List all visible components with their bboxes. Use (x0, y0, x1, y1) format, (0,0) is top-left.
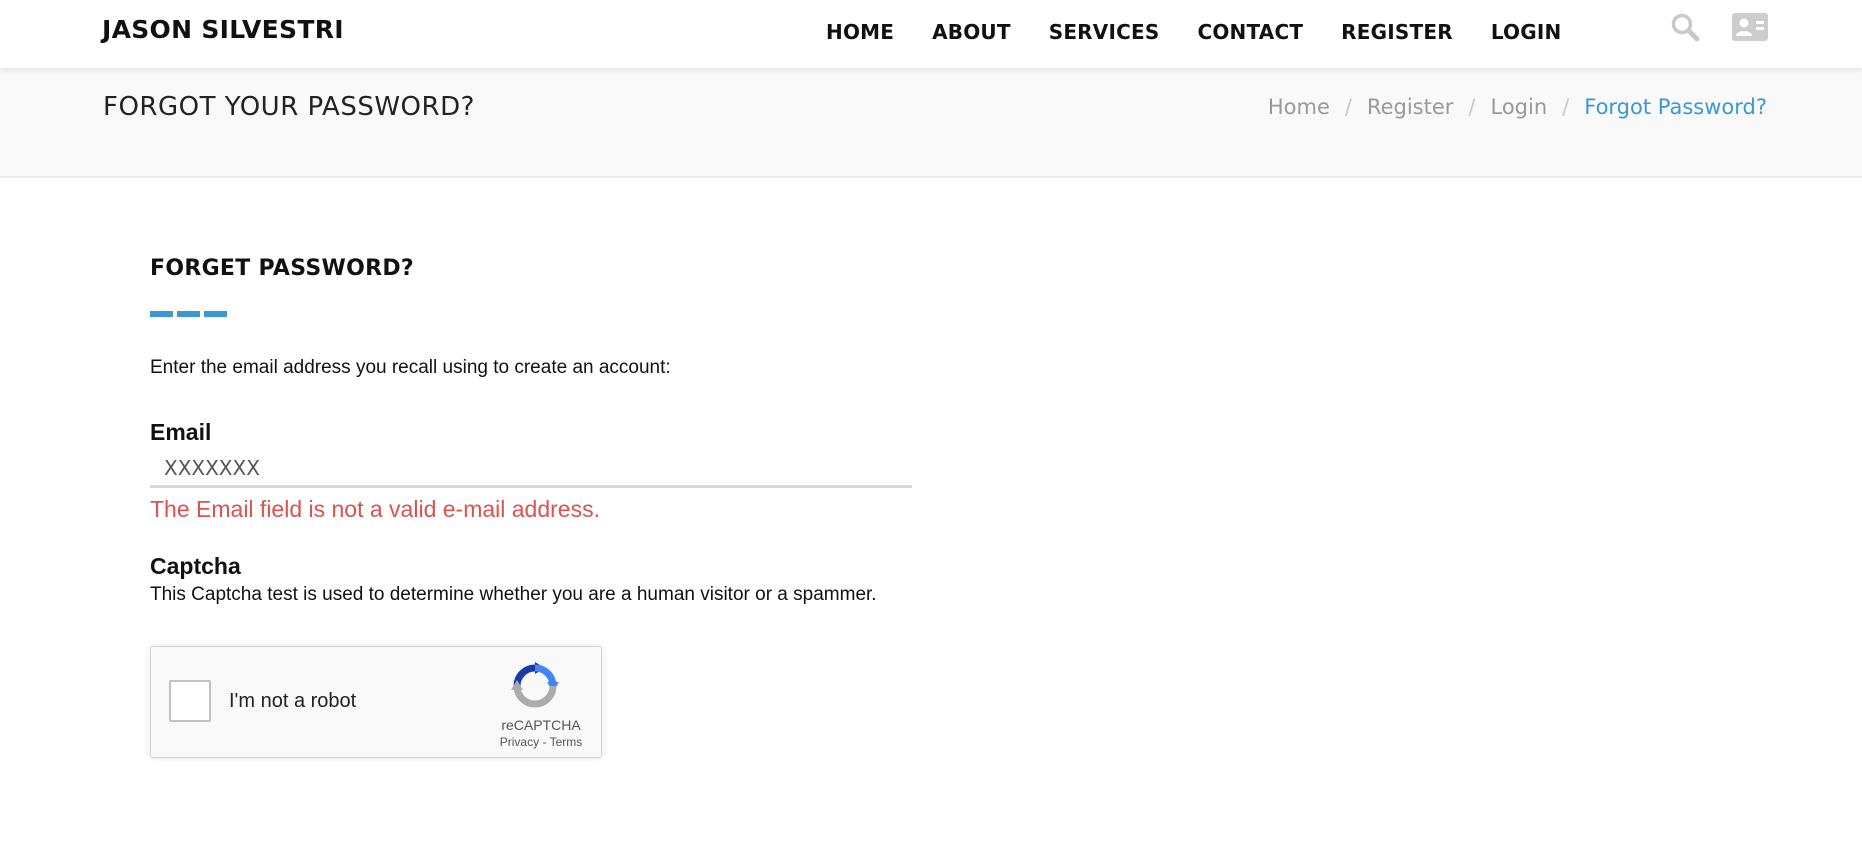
form-intro: Enter the email address you recall using… (150, 357, 671, 378)
top-navbar: JASON SILVESTRI HOME ABOUT SERVICES CONT… (0, 0, 1862, 68)
breadcrumb-separator: / (1562, 95, 1570, 119)
site-brand[interactable]: JASON SILVESTRI (102, 15, 344, 44)
breadcrumb-home[interactable]: Home (1268, 95, 1330, 119)
nav-login[interactable]: LOGIN (1491, 20, 1562, 44)
email-field[interactable] (150, 450, 912, 488)
email-error-message: The Email field is not a valid e-mail ad… (150, 496, 600, 522)
captcha-description: This Captcha test is used to determine w… (150, 584, 877, 605)
recaptcha-terms-link[interactable]: Terms (550, 735, 583, 749)
accent-dash (150, 311, 173, 317)
main-nav: HOME ABOUT SERVICES CONTACT REGISTER LOG… (826, 20, 1599, 44)
contact-card-icon[interactable] (1731, 12, 1769, 42)
forgot-password-form: FORGET PASSWORD? Enter the email address… (150, 256, 1050, 758)
breadcrumb-current: Forgot Password? (1584, 95, 1767, 119)
recaptcha-links-separator: - (542, 735, 547, 749)
email-label: Email (150, 419, 212, 445)
heading-underline-dashes (150, 311, 1050, 317)
recaptcha-links: Privacy - Terms (491, 735, 591, 749)
accent-dash (204, 311, 227, 317)
nav-services[interactable]: SERVICES (1049, 20, 1160, 44)
recaptcha-checkbox[interactable] (169, 680, 211, 722)
recaptcha-checkbox-label: I'm not a robot (229, 690, 357, 712)
breadcrumb: Home / Register / Login / Forgot Passwor… (1268, 95, 1767, 119)
breadcrumb-register[interactable]: Register (1367, 95, 1453, 119)
page-header: FORGOT YOUR PASSWORD? Home / Register / … (0, 68, 1862, 178)
recaptcha-privacy-link[interactable]: Privacy (500, 735, 539, 749)
page-title: FORGOT YOUR PASSWORD? (103, 92, 475, 122)
breadcrumb-separator: / (1344, 95, 1352, 119)
search-icon[interactable] (1670, 12, 1700, 42)
nav-home[interactable]: HOME (826, 20, 894, 44)
nav-about[interactable]: ABOUT (932, 20, 1011, 44)
form-heading: FORGET PASSWORD? (150, 256, 414, 281)
captcha-label: Captcha (150, 553, 241, 579)
recaptcha-widget: I'm not a robot reCAPTCHA Privacy - Term… (150, 646, 602, 758)
nav-contact[interactable]: CONTACT (1197, 20, 1303, 44)
breadcrumb-separator: / (1468, 95, 1476, 119)
breadcrumb-login[interactable]: Login (1491, 95, 1548, 119)
accent-dash (177, 311, 200, 317)
recaptcha-logo-icon (510, 662, 560, 710)
recaptcha-brand: reCAPTCHA (501, 717, 581, 733)
nav-register[interactable]: REGISTER (1341, 20, 1453, 44)
